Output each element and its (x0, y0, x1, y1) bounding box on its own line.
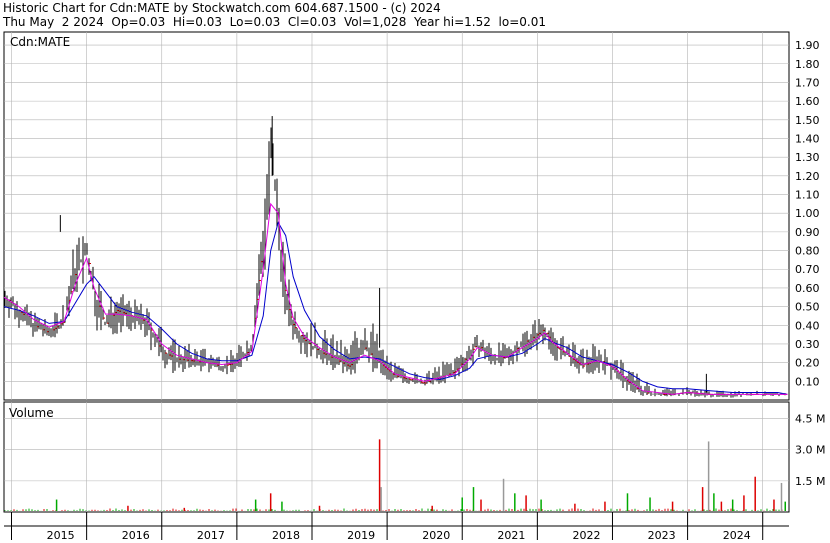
price-tick-label: 0.80 (795, 245, 820, 258)
year-label: 2019 (347, 529, 375, 542)
price-tick-label: 1.00 (795, 207, 820, 220)
price-tick-label: 1.70 (795, 76, 820, 89)
price-panel-frame (3, 31, 790, 401)
price-tick-label: 1.10 (795, 189, 820, 202)
price-tick-label: 1.40 (795, 132, 820, 145)
price-tick-label: 0.90 (795, 226, 820, 239)
volume-axis-ticks: 4.5 M 3.0 M 1.5 M (795, 413, 825, 488)
year-label: 2020 (422, 529, 450, 542)
volume-tick-label: 4.5 M (795, 413, 825, 426)
volume-panel-title: Volume (9, 406, 54, 420)
year-label: 2023 (648, 529, 676, 542)
year-label: 2022 (572, 529, 600, 542)
year-label: 2015 (47, 529, 75, 542)
price-tick-label: 1.80 (795, 58, 820, 71)
year-label: 2018 (272, 529, 300, 542)
stock-chart: 1.90 1.80 1.70 1.60 1.50 1.40 1.30 1.20 1.10 1.00… (3, 31, 825, 542)
x-axis-year-labels: 2014201520162017201820192020202120222023… (11, 512, 764, 542)
price-tick-label: 1.20 (795, 170, 820, 183)
price-panel-title: Cdn:MATE (10, 35, 70, 49)
price-tick-label: 0.10 (795, 375, 820, 388)
year-label: 2016 (122, 529, 150, 542)
price-tick-label: 1.50 (795, 114, 820, 127)
price-tick-label: 1.30 (795, 151, 820, 164)
volume-tick-label: 1.5 M (795, 475, 825, 488)
price-tick-label: 0.20 (795, 357, 820, 370)
year-label: 2021 (497, 529, 525, 542)
price-axis-ticks: 1.90 1.80 1.70 1.60 1.50 1.40 1.30 1.20 1.10 1.00… (795, 39, 820, 388)
price-tick-label: 0.40 (795, 319, 820, 332)
price-tick-label: 1.90 (795, 39, 820, 52)
price-tick-label: 0.50 (795, 301, 820, 314)
price-tick-label: 0.70 (795, 263, 820, 276)
price-tick-label: 0.30 (795, 338, 820, 351)
volume-tick-label: 3.0 M (795, 444, 825, 457)
price-tick-label: 1.60 (795, 95, 820, 108)
year-label: 2024 (723, 529, 751, 542)
price-tick-label: 0.60 (795, 282, 820, 295)
year-label: 2017 (197, 529, 225, 542)
